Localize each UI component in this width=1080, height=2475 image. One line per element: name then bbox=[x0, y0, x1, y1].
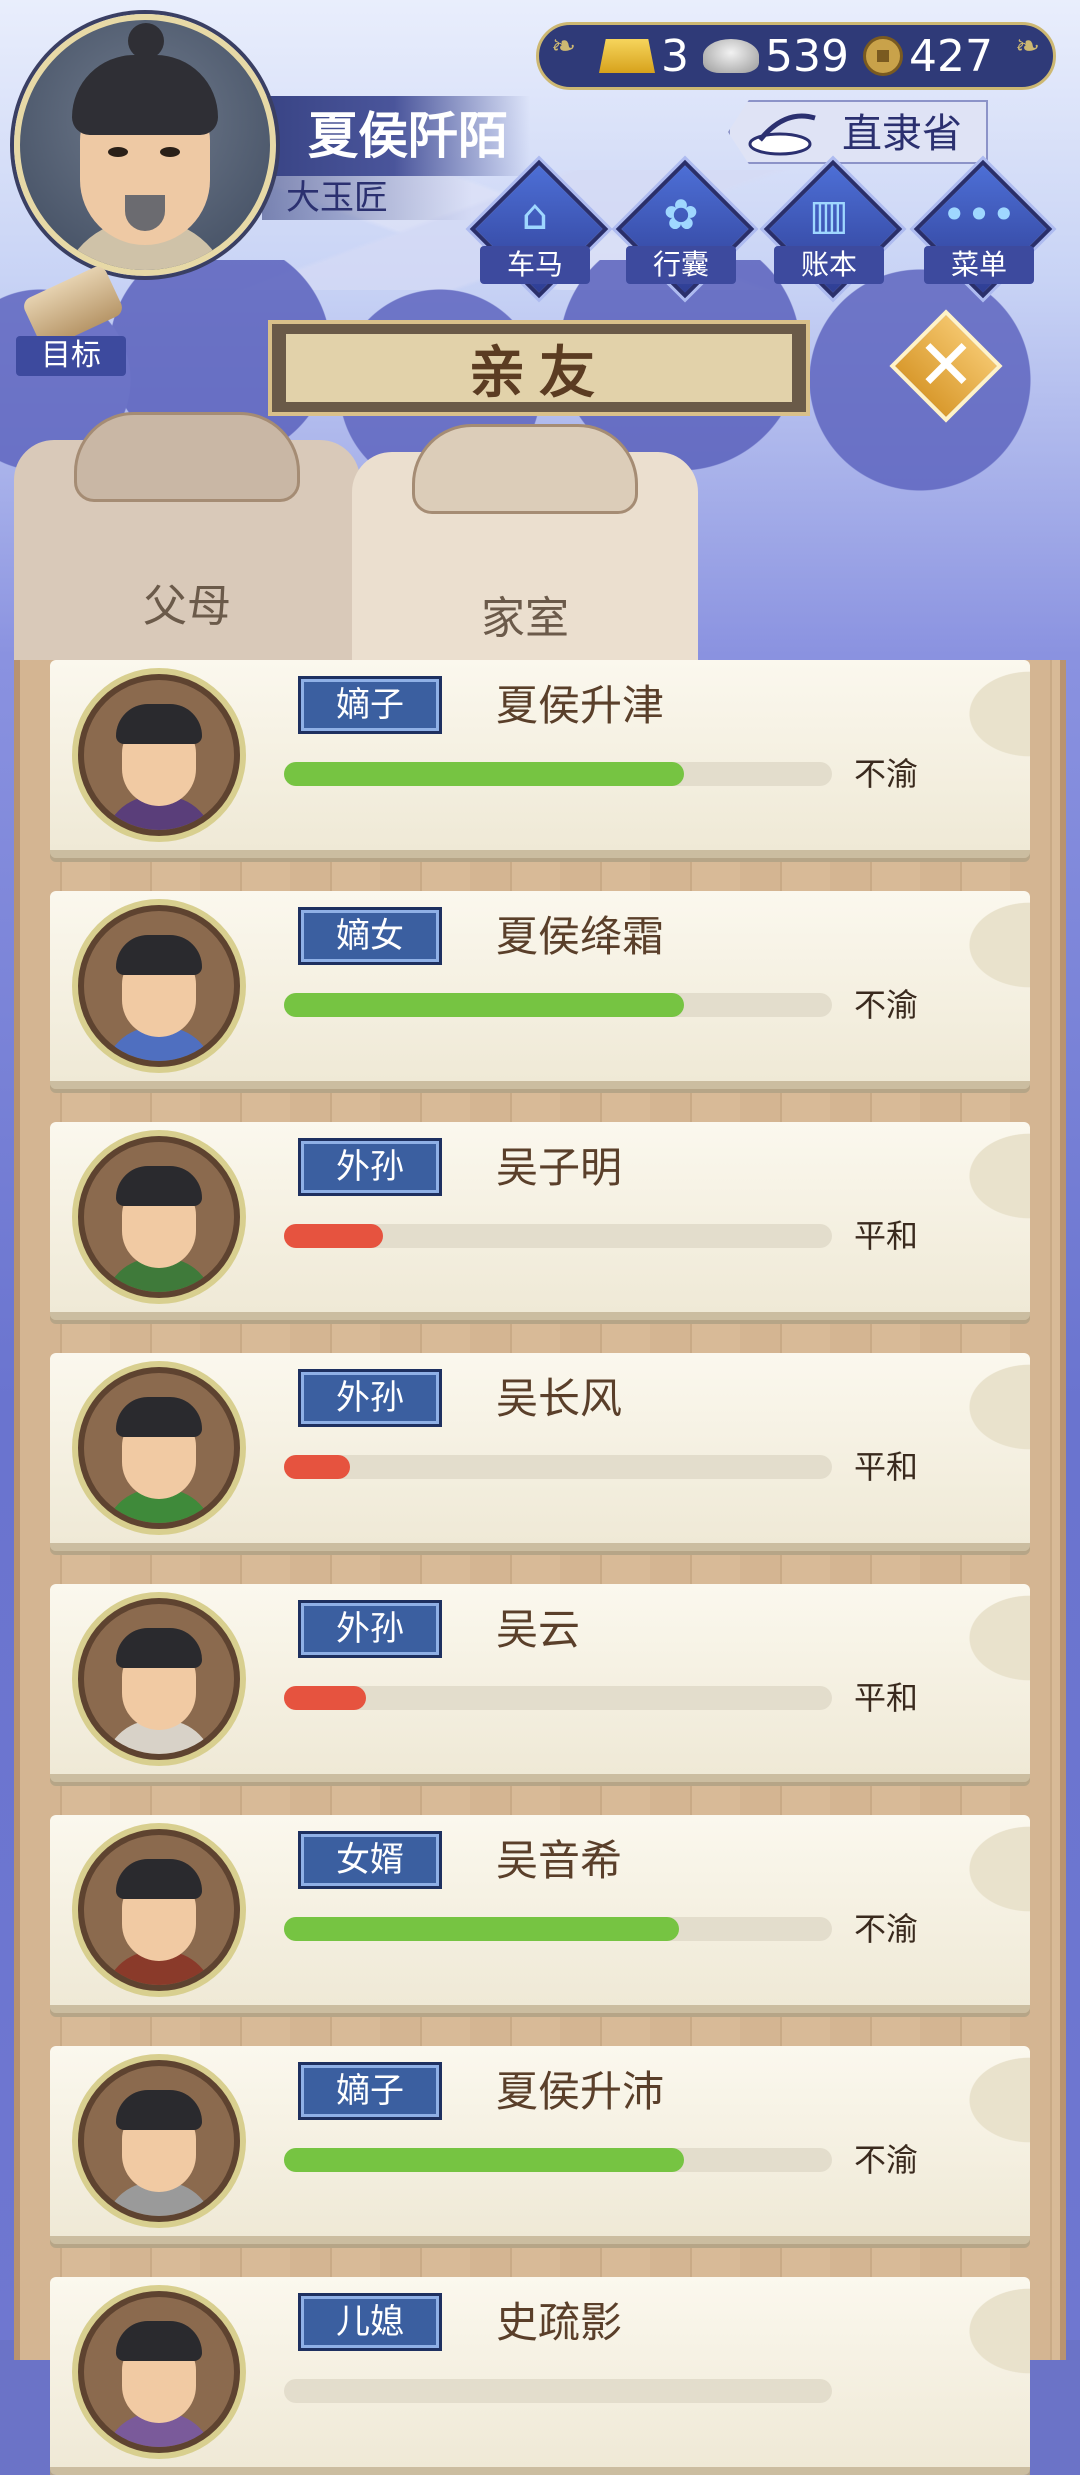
avatar-face bbox=[72, 23, 218, 245]
relative-row[interactable]: 嫡子 夏侯升津不渝 bbox=[50, 660, 1030, 858]
mood-label: 不渝 bbox=[854, 1910, 919, 1948]
nav-label: 菜单 bbox=[924, 246, 1034, 284]
cloud-ornament-icon bbox=[74, 412, 300, 502]
nav-label: 账本 bbox=[774, 246, 884, 284]
tab-parents[interactable]: 父母 bbox=[14, 412, 360, 670]
relative-row[interactable]: 嫡子 夏侯升沛不渝 bbox=[50, 2046, 1030, 2244]
mood-label: 平和 bbox=[854, 1217, 919, 1255]
location-scroll-icon bbox=[748, 113, 816, 156]
tab-label: 父母 bbox=[143, 581, 231, 632]
close-icon[interactable]: ✕ bbox=[906, 320, 986, 410]
affection-bar bbox=[284, 1686, 832, 1710]
copper-counter[interactable]: 427 bbox=[862, 30, 993, 82]
relation-tag: 女婿 bbox=[298, 1831, 442, 1889]
relative-portrait bbox=[78, 1829, 240, 1991]
location-label: 直隶省 bbox=[842, 111, 962, 157]
cloud-ornament-icon bbox=[412, 424, 638, 514]
nav-label: 车马 bbox=[480, 246, 590, 284]
silver-counter[interactable]: 539 bbox=[703, 31, 849, 82]
affection-bar-fill bbox=[284, 993, 685, 1017]
gold-ingot-icon bbox=[599, 39, 655, 73]
affection-bar bbox=[284, 2148, 832, 2172]
relative-row[interactable]: 女婿 吴音希不渝 bbox=[50, 1815, 1030, 2013]
menu-dots-icon: ••• bbox=[941, 190, 1017, 239]
relative-name: 夏侯升津 bbox=[496, 681, 665, 730]
relative-portrait bbox=[78, 905, 240, 1067]
silver-ingot-icon bbox=[703, 39, 759, 73]
mood-label: 不渝 bbox=[854, 986, 919, 1024]
mood-label: 平和 bbox=[854, 1448, 919, 1486]
nav-label: 行囊 bbox=[626, 246, 736, 284]
relation-tag: 外孙 bbox=[298, 1138, 442, 1196]
relative-name: 夏侯绛霜 bbox=[496, 912, 665, 961]
copper-coin-icon bbox=[862, 36, 903, 76]
relative-portrait bbox=[78, 2060, 240, 2222]
goal-label: 目标 bbox=[16, 336, 126, 376]
affection-bar bbox=[284, 2379, 832, 2403]
relative-row[interactable]: 外孙 吴子明平和 bbox=[50, 1122, 1030, 1320]
mood-label: 不渝 bbox=[854, 755, 919, 793]
relative-name: 吴音希 bbox=[496, 1836, 623, 1885]
affection-bar bbox=[284, 1917, 832, 1941]
affection-bar bbox=[284, 1224, 832, 1248]
nav-carriage-button[interactable]: ⌂ 车马 bbox=[469, 159, 609, 299]
relation-tag: 儿媳 bbox=[298, 2293, 442, 2351]
mood-label: 不渝 bbox=[854, 2141, 919, 2179]
relation-tag: 嫡女 bbox=[298, 907, 442, 965]
relative-name: 吴子明 bbox=[496, 1143, 623, 1192]
currency-bar: ❧ 3 539 427 ❧ bbox=[536, 22, 1056, 90]
relative-name: 夏侯升沛 bbox=[496, 2067, 665, 2116]
tab-family[interactable]: 家室 bbox=[352, 424, 698, 682]
relation-tag: 嫡子 bbox=[298, 2062, 442, 2120]
relation-tag: 嫡子 bbox=[298, 676, 442, 734]
player-title: 大玉匠 bbox=[262, 176, 472, 220]
player-avatar[interactable] bbox=[14, 14, 276, 276]
relative-portrait bbox=[78, 1136, 240, 1298]
relative-name: 吴长风 bbox=[496, 1374, 623, 1423]
relative-row[interactable]: 外孙 吴云平和 bbox=[50, 1584, 1030, 1782]
nav-bag-button[interactable]: ✿ 行囊 bbox=[615, 159, 755, 299]
relative-portrait bbox=[78, 2291, 240, 2453]
relative-row[interactable]: 外孙 吴长风平和 bbox=[50, 1353, 1030, 1551]
relative-name: 史疏影 bbox=[496, 2298, 623, 2347]
mood-label: 平和 bbox=[854, 1679, 919, 1717]
affection-bar-fill bbox=[284, 1917, 679, 1941]
nav-ledger-button[interactable]: ▥ 账本 bbox=[763, 159, 903, 299]
bag-icon: ✿ bbox=[663, 190, 699, 239]
affection-bar-fill bbox=[284, 2148, 685, 2172]
goal-button[interactable]: 目标 bbox=[16, 263, 126, 380]
page-title-banner: 亲友 bbox=[268, 320, 810, 416]
ledger-icon: ▥ bbox=[809, 190, 849, 239]
relation-tag: 外孙 bbox=[298, 1600, 442, 1658]
affection-bar bbox=[284, 762, 832, 786]
carriage-icon: ⌂ bbox=[521, 190, 549, 239]
affection-bar-fill bbox=[284, 1686, 367, 1710]
relative-portrait bbox=[78, 1367, 240, 1529]
affection-bar bbox=[284, 993, 832, 1017]
relative-row[interactable]: 儿媳 史疏影 bbox=[50, 2277, 1030, 2475]
relative-row[interactable]: 嫡女 夏侯绛霜不渝 bbox=[50, 891, 1030, 1089]
affection-bar-fill bbox=[284, 762, 685, 786]
silver-amount: 539 bbox=[765, 30, 849, 82]
gold-amount: 3 bbox=[661, 30, 689, 82]
gold-counter[interactable]: 3 bbox=[599, 31, 689, 82]
affection-bar-fill bbox=[284, 1455, 350, 1479]
relative-portrait bbox=[78, 674, 240, 836]
tab-label: 家室 bbox=[481, 593, 569, 644]
affection-bar bbox=[284, 1455, 832, 1479]
relation-tag: 外孙 bbox=[298, 1369, 442, 1427]
copper-amount: 427 bbox=[908, 30, 993, 82]
nav-menu-button[interactable]: ••• 菜单 bbox=[913, 159, 1053, 299]
relative-portrait bbox=[78, 1598, 240, 1760]
page-title: 亲友 bbox=[286, 334, 792, 406]
affection-bar-fill bbox=[284, 1224, 383, 1248]
bamboo-left-icon: ❧ bbox=[551, 29, 577, 64]
relative-name: 吴云 bbox=[496, 1605, 581, 1654]
bamboo-right-icon: ❧ bbox=[1015, 29, 1041, 64]
